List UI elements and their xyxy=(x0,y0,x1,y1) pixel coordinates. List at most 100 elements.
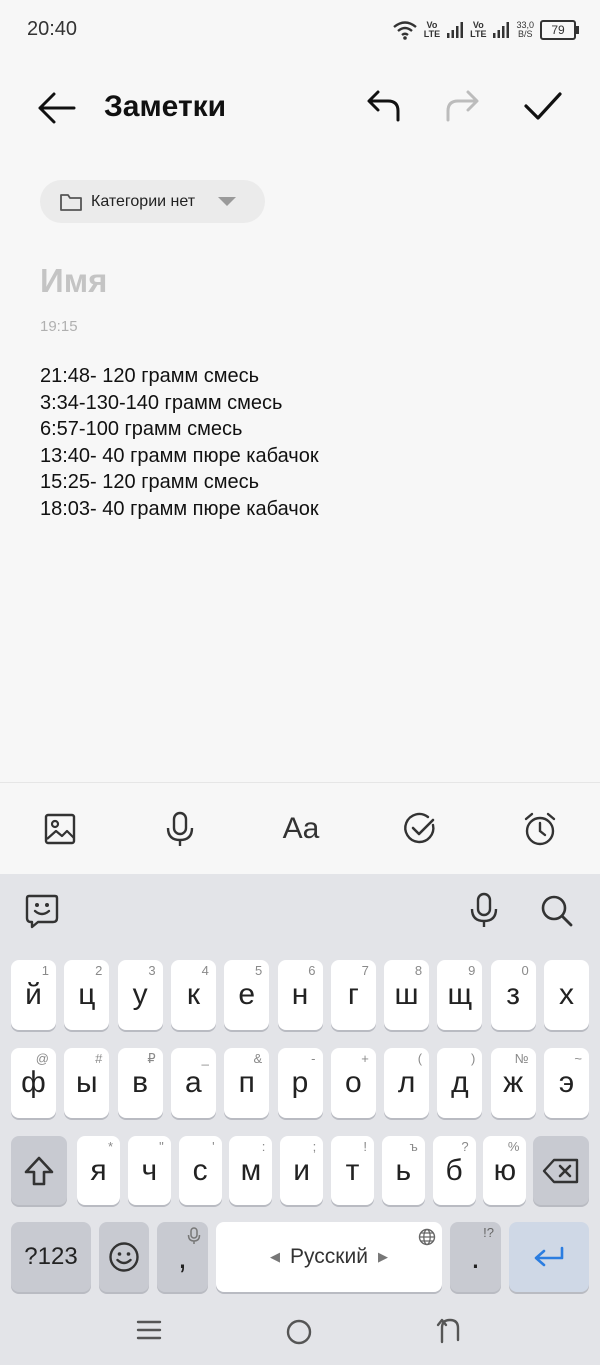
key-з[interactable]: 0з xyxy=(490,960,536,1030)
checklist-button[interactable] xyxy=(398,807,442,851)
shift-icon xyxy=(24,1156,54,1185)
note-title-input[interactable]: Имя xyxy=(40,262,107,300)
key-label: б xyxy=(445,1153,463,1187)
key-hint: @ xyxy=(35,1051,49,1066)
shift-key[interactable] xyxy=(11,1136,67,1205)
reminder-button[interactable] xyxy=(518,807,562,851)
key-в[interactable]: ₽ в xyxy=(117,1048,163,1118)
category-dropdown[interactable]: Категории нет xyxy=(40,180,265,223)
key-label: о xyxy=(344,1066,362,1099)
page-title: Заметки xyxy=(104,90,227,123)
key-label: ы xyxy=(76,1066,98,1099)
key-я[interactable]: * я xyxy=(77,1136,120,1205)
key-д[interactable]: ) д xyxy=(437,1048,483,1118)
backspace-key[interactable] xyxy=(533,1136,589,1205)
text-format-icon: Aa xyxy=(282,812,320,845)
check-icon xyxy=(524,92,562,120)
backspace-icon xyxy=(542,1158,579,1183)
key-label: д xyxy=(451,1066,469,1099)
folder-icon xyxy=(60,193,82,211)
voice-note-button[interactable] xyxy=(158,807,202,851)
space-key[interactable]: ◀ Русский ▶ xyxy=(216,1222,442,1292)
key-а[interactable]: _ а xyxy=(170,1048,216,1118)
emoji-icon xyxy=(109,1242,139,1272)
recent-apps-button[interactable] xyxy=(136,1318,166,1348)
key-ш[interactable]: 8ш xyxy=(384,960,430,1030)
key-label: к xyxy=(186,978,200,1011)
comma-key-label: , xyxy=(178,1238,187,1275)
key-hint: ~ xyxy=(574,1051,582,1066)
key-у[interactable]: 3у xyxy=(117,960,163,1030)
network-speed: 33,0 B/S xyxy=(516,20,534,39)
key-н[interactable]: 6н xyxy=(277,960,323,1030)
home-circle-icon xyxy=(286,1319,312,1345)
key-label: ф xyxy=(21,1066,46,1099)
key-м[interactable]: :м xyxy=(229,1136,273,1205)
insert-image-button[interactable] xyxy=(38,807,82,851)
key-е[interactable]: 5е xyxy=(224,960,270,1030)
key-й[interactable]: 1й xyxy=(11,960,56,1030)
redo-icon xyxy=(446,90,479,122)
search-icon xyxy=(541,895,573,927)
key-г[interactable]: 7г xyxy=(330,960,376,1030)
key-ф[interactable]: @ ф xyxy=(11,1048,56,1118)
note-body-editor[interactable]: 21:48- 120 грамм смесь 3:34-130-140 грам… xyxy=(40,363,560,523)
emoji-key[interactable] xyxy=(99,1222,149,1292)
key-ы[interactable]: # ы xyxy=(64,1048,110,1118)
key-т[interactable]: ! т xyxy=(331,1136,374,1205)
key-л[interactable]: (л xyxy=(384,1048,430,1118)
key-ч[interactable]: " ч xyxy=(127,1136,171,1205)
key-э[interactable]: ~ э xyxy=(544,1048,589,1118)
key-б[interactable]: ? б xyxy=(432,1136,476,1205)
menu-icon xyxy=(136,1320,162,1340)
microphone-icon xyxy=(470,892,498,927)
key-hint: ( xyxy=(417,1051,423,1066)
comma-key[interactable]: , xyxy=(157,1222,208,1292)
key-ю[interactable]: % ю xyxy=(483,1136,527,1205)
key-hint: & xyxy=(253,1051,263,1066)
key-ж[interactable]: № ж xyxy=(490,1048,536,1118)
key-hint: ₽ xyxy=(147,1051,156,1066)
text-format-button[interactable]: Aa xyxy=(276,807,326,851)
key-с[interactable]: ' с xyxy=(178,1136,222,1205)
undo-button[interactable] xyxy=(362,84,406,128)
key-label: р xyxy=(291,1066,309,1099)
key-х[interactable]: х xyxy=(544,960,589,1030)
period-key[interactable]: !? . xyxy=(450,1222,501,1292)
key-и[interactable]: ; и xyxy=(280,1136,324,1205)
note-line: 3:34-130-140 грамм смесь xyxy=(40,391,283,414)
sticker-icon xyxy=(25,894,59,929)
keyboard: ?123 , ◀ Русский ▶ !? . 1 й 2 ц 3 у 4 к … xyxy=(0,874,600,1365)
key-ц[interactable]: 2ц xyxy=(64,960,110,1030)
key-hint: ) xyxy=(471,1051,476,1066)
period-key-hint: !? xyxy=(483,1225,494,1240)
back-nav-button[interactable] xyxy=(436,1316,466,1346)
symbols-key[interactable]: ?123 xyxy=(11,1222,91,1292)
key-label: с xyxy=(192,1153,208,1187)
key-р[interactable]: -р xyxy=(277,1048,323,1118)
key-к[interactable]: 4к xyxy=(170,960,216,1030)
voice-input-button[interactable] xyxy=(468,892,504,932)
key-о[interactable]: + о xyxy=(330,1048,376,1118)
key-hint: № xyxy=(514,1051,529,1066)
key-hint: 0 xyxy=(521,963,529,978)
key-label: й xyxy=(25,978,42,1011)
key-ь[interactable]: ъь xyxy=(381,1136,425,1205)
key-label: в xyxy=(132,1066,149,1099)
emoji-sticker-button[interactable] xyxy=(24,892,64,932)
back-button[interactable] xyxy=(34,88,80,128)
key-label: л xyxy=(397,1066,416,1099)
navigation-bar xyxy=(0,1304,600,1365)
key-щ[interactable]: 9щ xyxy=(437,960,483,1030)
keyboard-search-button[interactable] xyxy=(540,894,576,930)
redo-button[interactable] xyxy=(440,84,484,128)
key-hint: # xyxy=(95,1051,103,1066)
globe-icon xyxy=(418,1228,436,1246)
return-arrow-icon xyxy=(534,1246,564,1267)
save-button[interactable] xyxy=(520,84,566,128)
key-п[interactable]: & п xyxy=(224,1048,270,1118)
enter-key[interactable] xyxy=(509,1222,589,1292)
key-label: у xyxy=(132,978,148,1011)
home-button[interactable] xyxy=(285,1318,315,1348)
note-line: 15:25- 120 грамм смесь xyxy=(40,471,260,494)
